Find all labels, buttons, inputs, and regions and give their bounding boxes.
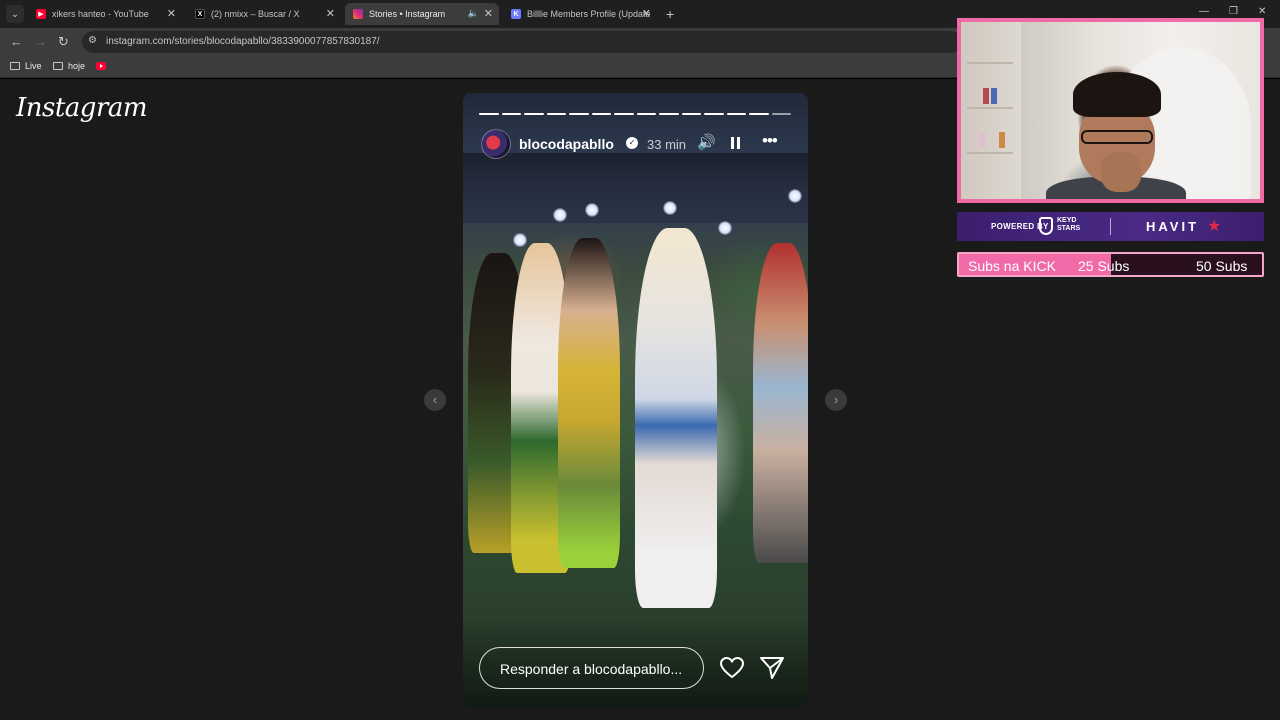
speaker-icon[interactable]: 🔈: [468, 8, 479, 19]
havit-logo-text: HAVIT: [1146, 219, 1200, 234]
story-progress-segment: [659, 113, 679, 115]
subs-goal-bar: Subs na KICK 25 Subs 50 Subs: [957, 252, 1264, 277]
story-progress-segment: [726, 113, 746, 115]
forward-icon[interactable]: →: [34, 34, 47, 49]
back-icon[interactable]: ←: [10, 34, 23, 49]
close-icon[interactable]: ✕: [167, 7, 176, 20]
more-options-icon[interactable]: •••: [762, 131, 778, 151]
bookmark-live[interactable]: Live: [10, 61, 42, 71]
tab-x[interactable]: X (2) nmixx – Buscar / X ✕: [187, 3, 341, 25]
subs-goal-target: 50 Subs: [1196, 258, 1248, 274]
webcam-overlay: [957, 18, 1264, 203]
story-progress-segment: [479, 113, 499, 115]
story-progress-segment: [614, 113, 634, 115]
book: [979, 132, 985, 148]
tab-youtube[interactable]: ▶ xikers hanteo - YouTube ✕: [28, 3, 182, 25]
instagram-logo[interactable]: Instagram: [16, 93, 148, 123]
bookmark-youtube-icon[interactable]: [96, 62, 106, 70]
close-icon[interactable]: ✕: [484, 7, 493, 20]
story-progress-segment: [524, 113, 544, 115]
story-timestamp: 33 min: [647, 137, 687, 152]
story-person: [635, 228, 717, 608]
window-close-icon[interactable]: ✕: [1258, 6, 1266, 17]
bookmark-label: Live: [25, 61, 42, 71]
minimize-icon[interactable]: —: [1199, 6, 1209, 17]
tab-title: xikers hanteo - YouTube: [52, 9, 149, 19]
reload-icon[interactable]: ↻: [58, 34, 69, 50]
avatar[interactable]: [481, 129, 511, 159]
streamer-hair: [1073, 72, 1161, 117]
sponsor-divider: [1110, 218, 1111, 235]
pause-icon[interactable]: [731, 137, 741, 149]
close-icon[interactable]: ✕: [326, 7, 335, 20]
tab-search-chevron-icon[interactable]: ⌄: [6, 5, 24, 23]
restore-icon[interactable]: ❐: [1229, 6, 1238, 17]
keyd-stars-text: KEYD STARS: [1057, 217, 1081, 232]
stage-light: [788, 189, 802, 203]
reply-placeholder: Responder a blocodapabllo...: [500, 661, 683, 677]
previous-story-button[interactable]: ‹: [424, 389, 446, 411]
url-text[interactable]: instagram.com/stories/blocodapabllo/3833…: [106, 36, 380, 47]
story-progress-segment: [749, 113, 769, 115]
story-progress-segment: [681, 113, 701, 115]
address-bar[interactable]: ⚙ instagram.com/stories/blocodapabllo/38…: [82, 31, 962, 53]
sponsor-banner: POWERED BY KEYD STARS HAVIT ★: [957, 212, 1264, 241]
tab-title: (2) nmixx – Buscar / X: [211, 9, 300, 19]
youtube-icon: ▶: [36, 9, 46, 19]
keyd-stars-logo-icon: [1039, 217, 1053, 235]
story-progress-segment: [591, 113, 611, 115]
story-progress-segment: [546, 113, 566, 115]
verified-badge-icon: ✓: [626, 137, 638, 149]
story-username[interactable]: blocodapabllo: [519, 136, 614, 152]
tab-title: Stories • Instagram: [369, 9, 446, 19]
site-info-icon[interactable]: ⚙: [88, 35, 97, 46]
bookmark-label: hoje: [68, 61, 86, 71]
story-person: [558, 238, 620, 568]
story-viewer[interactable]: blocodapabllo ✓ 33 min 🔊 ••• Responder a…: [463, 93, 808, 707]
story-header: blocodapabllo ✓ 33 min 🔊 •••: [479, 127, 791, 159]
bookmark-hoje[interactable]: hoje: [53, 61, 85, 71]
stage-light: [585, 203, 599, 217]
k-icon: K: [511, 9, 521, 19]
stage-light: [513, 233, 527, 247]
glasses: [1081, 130, 1153, 144]
story-progress-bar: [479, 113, 791, 115]
tab-title: Billlie Members Profile (Update: [527, 9, 651, 19]
subs-goal-label: Subs na KICK: [968, 258, 1056, 274]
book: [999, 132, 1005, 148]
stage-light: [553, 208, 567, 222]
story-progress-segment: [501, 113, 521, 115]
stage-light: [718, 221, 732, 235]
reply-input[interactable]: Responder a blocodapabllo...: [479, 647, 704, 689]
new-tab-icon[interactable]: +: [666, 6, 674, 22]
stage-light: [663, 201, 677, 215]
next-story-button[interactable]: ›: [825, 389, 847, 411]
star-icon: ★: [1207, 218, 1222, 235]
story-progress-segment: [569, 113, 589, 115]
story-progress-segment: [771, 113, 791, 115]
volume-icon[interactable]: 🔊: [697, 133, 716, 151]
close-icon[interactable]: ✕: [642, 7, 651, 20]
send-icon[interactable]: [760, 657, 784, 679]
x-icon: X: [195, 9, 205, 19]
book: [983, 88, 989, 104]
story-person: [753, 243, 808, 563]
folder-icon: [10, 62, 20, 70]
book: [991, 88, 997, 104]
tab-kprofiles[interactable]: K Billlie Members Profile (Update ✕: [503, 3, 657, 25]
instagram-icon: [353, 9, 363, 19]
streamer-hand: [1101, 152, 1141, 192]
tab-instagram[interactable]: Stories • Instagram 🔈 ✕: [345, 3, 499, 25]
bookshelf: [961, 22, 1021, 199]
story-progress-segment: [704, 113, 724, 115]
subs-current: 25 Subs: [1078, 258, 1130, 274]
heart-icon[interactable]: [720, 657, 744, 679]
folder-icon: [53, 62, 63, 70]
story-progress-segment: [636, 113, 656, 115]
